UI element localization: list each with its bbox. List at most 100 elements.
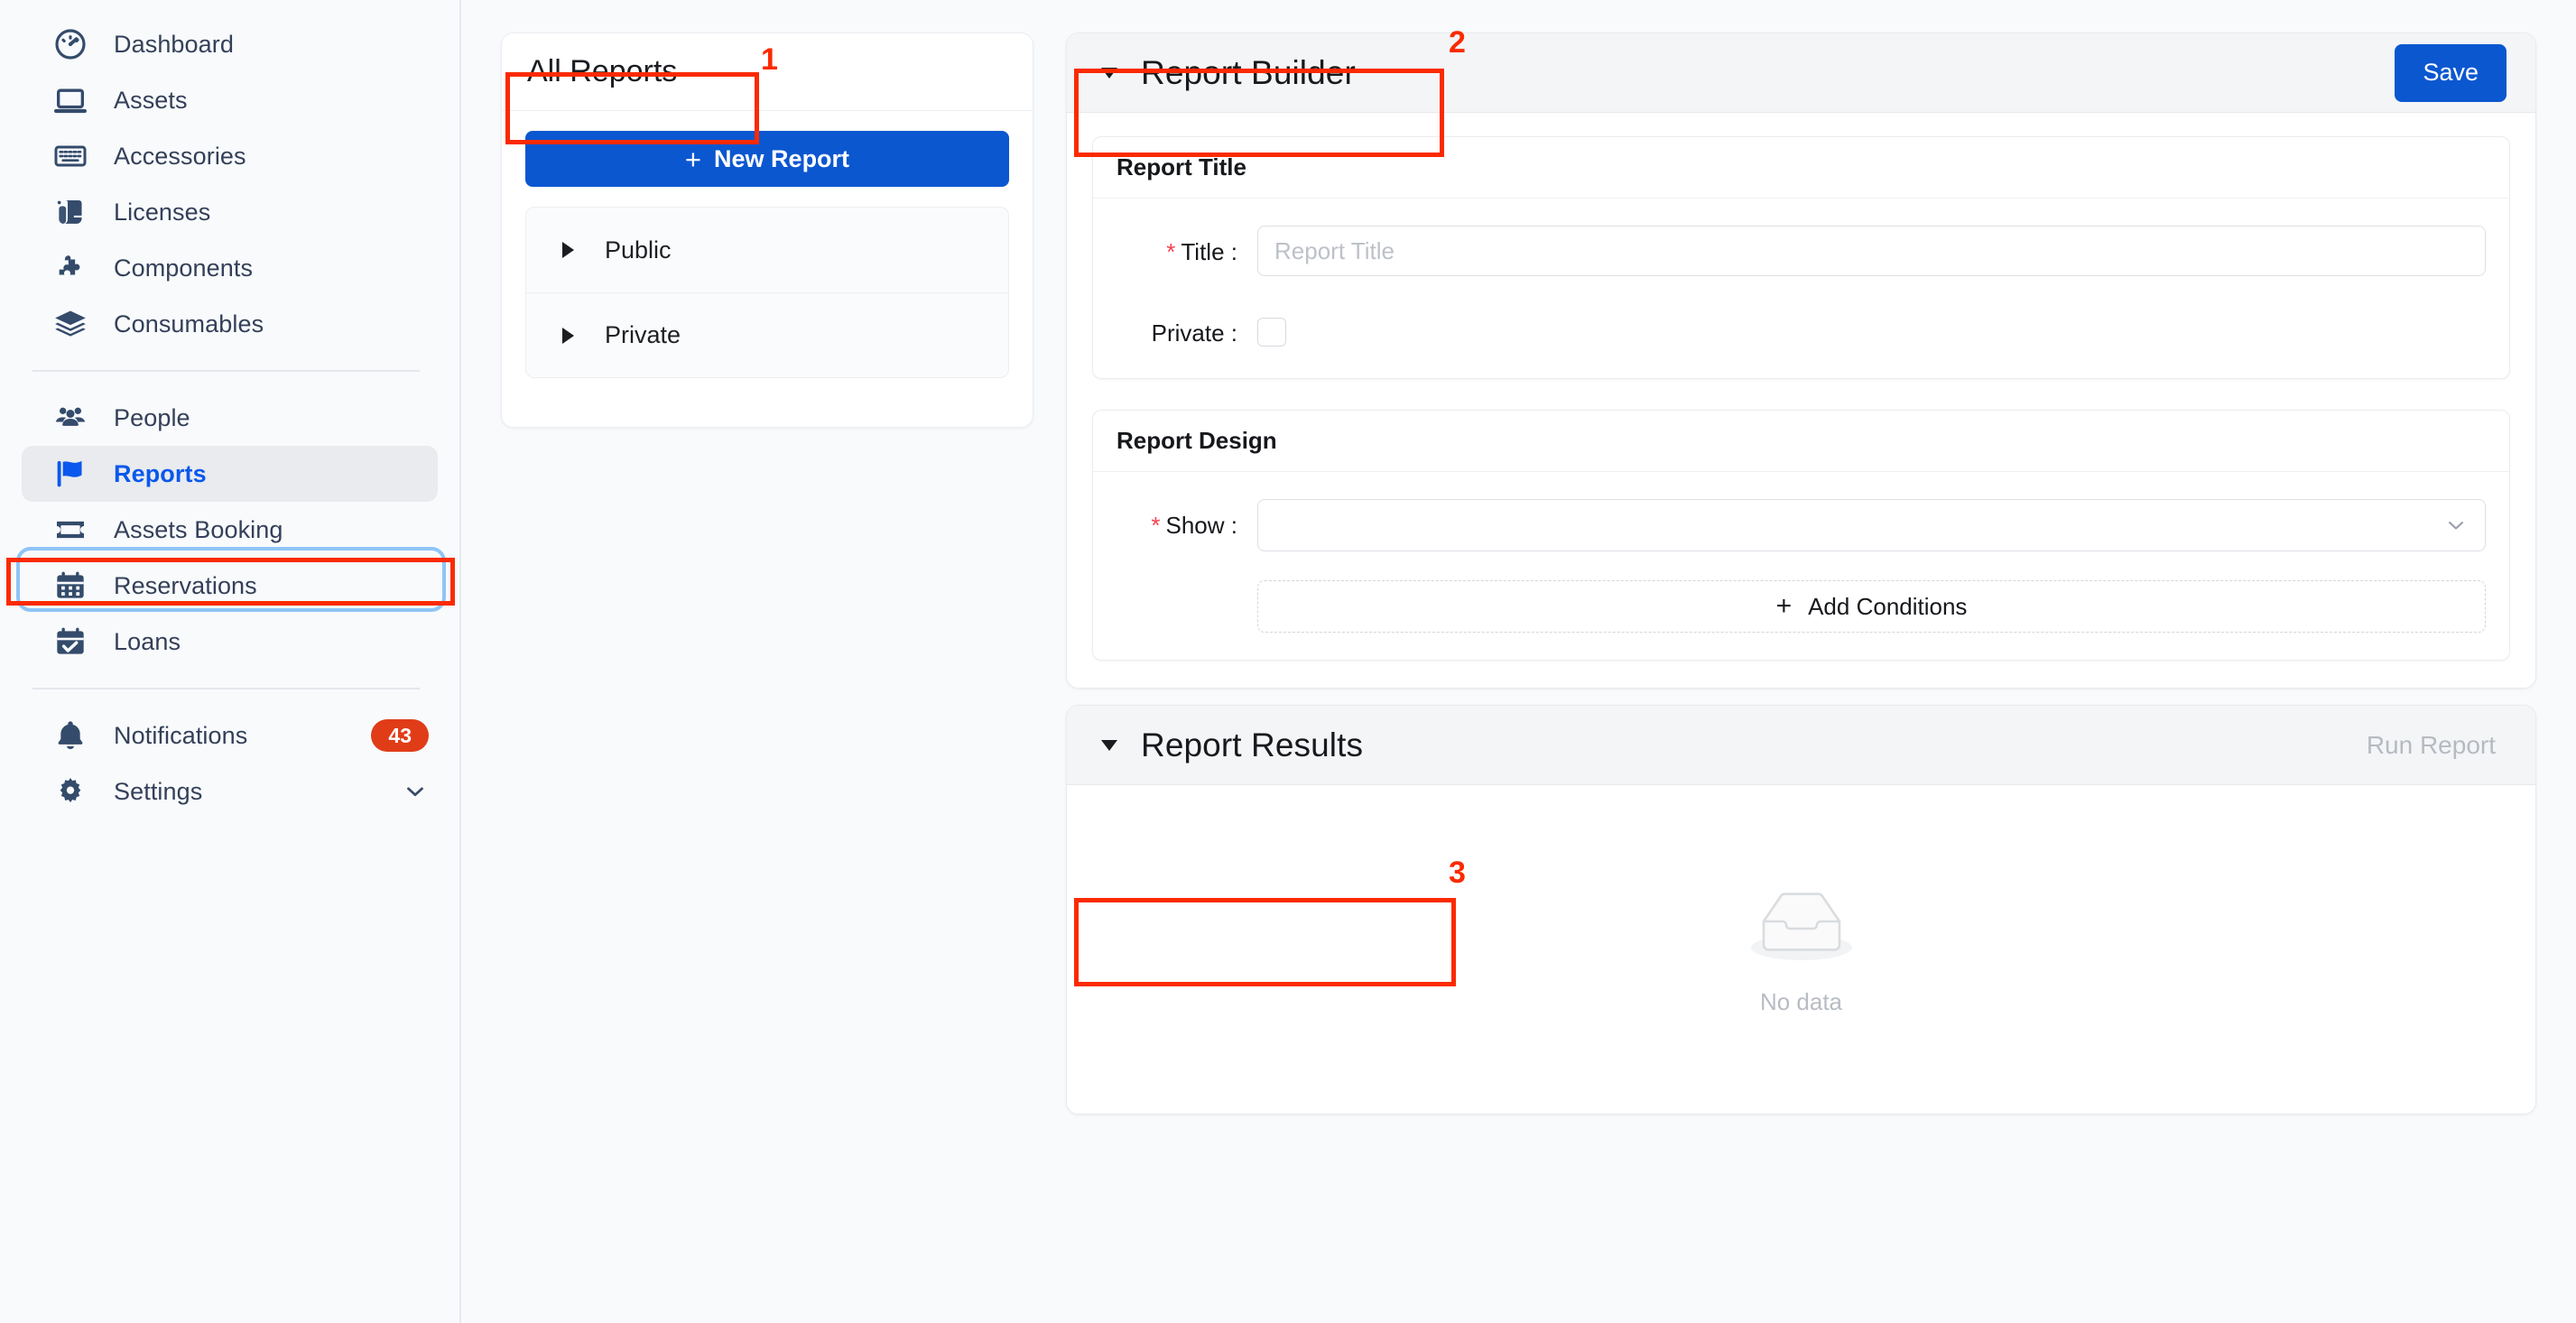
report-title-card-heading: Report Title — [1093, 137, 2509, 199]
sidebar-item-components[interactable]: Components — [22, 240, 438, 296]
sidebar-item-consumables[interactable]: Consumables — [22, 296, 438, 352]
chevron-right-icon — [562, 242, 574, 258]
notifications-badge: 43 — [371, 718, 429, 753]
title-field-wrap — [1237, 226, 2486, 276]
tree-item-public[interactable]: Public — [526, 208, 1008, 292]
run-report-button[interactable]: Run Report — [2356, 731, 2507, 760]
sidebar-item-label: Reports — [114, 459, 207, 487]
show-label: * Show : — [1093, 499, 1237, 540]
gear-icon — [51, 772, 90, 811]
sidebar-divider-bottom — [32, 688, 420, 689]
calendar-icon — [51, 566, 90, 606]
tree-item-label: Public — [605, 236, 672, 264]
report-title-card: Report Title * Title : Report Title Priv… — [1092, 136, 2510, 379]
new-report-label: New Report — [714, 144, 850, 172]
tree-item-label: Private — [605, 321, 681, 348]
report-results-header[interactable]: Report Results Run Report — [1067, 706, 2535, 785]
report-title-card-body: *Title : Private : — [1093, 199, 2509, 378]
chevron-down-icon — [2443, 513, 2469, 538]
all-reports-panel: All Reports + New Report Public Private — [501, 32, 1033, 428]
report-builder-header[interactable]: Report Builder Save — [1067, 33, 2535, 113]
private-checkbox[interactable] — [1257, 318, 1286, 347]
app-root: Dashboard Assets Accessories Licenses Co… — [0, 0, 2576, 1323]
people-icon — [51, 398, 90, 438]
report-builder-actions: Save — [2395, 43, 2507, 102]
add-conditions-label: Add Conditions — [1808, 592, 1968, 620]
report-results-actions: Run Report — [2356, 731, 2507, 760]
chevron-down-icon[interactable] — [402, 778, 429, 805]
sidebar-item-label: Notifications — [114, 721, 248, 749]
scroll-icon — [51, 192, 90, 232]
new-report-button[interactable]: + New Report — [525, 131, 1009, 187]
report-results-title: Report Results — [1141, 726, 1364, 763]
chevron-down-icon[interactable] — [1101, 67, 1117, 79]
sidebar-item-label: Settings — [114, 777, 203, 805]
sidebar-item-dashboard[interactable]: Dashboard — [22, 16, 438, 72]
sidebar-item-label: Licenses — [114, 198, 211, 226]
layers-icon — [51, 304, 90, 344]
sidebar-item-reports[interactable]: Reports — [22, 446, 438, 502]
sidebar: Dashboard Assets Accessories Licenses Co… — [0, 0, 461, 1323]
sidebar-divider-top — [32, 370, 420, 372]
report-builder-panel: Report Builder Save Report Title * Title … — [1066, 32, 2536, 689]
show-select[interactable] — [1257, 499, 2486, 551]
sidebar-item-label: Assets Booking — [114, 515, 283, 543]
add-conditions-button[interactable]: + Add Conditions — [1257, 580, 2486, 633]
sidebar-item-licenses[interactable]: Licenses — [22, 184, 438, 240]
show-label-text: Show : — [1165, 512, 1238, 539]
sidebar-item-loans[interactable]: Loans — [22, 614, 438, 670]
title-label-text: Title : — [1181, 238, 1237, 265]
sidebar-item-reservations[interactable]: Reservations — [22, 558, 438, 614]
sidebar-item-label: Loans — [114, 627, 181, 655]
show-field-row: * Show : + Add Conditions — [1093, 499, 2486, 633]
all-reports-body: + New Report Public Private — [502, 111, 1033, 402]
report-design-card-heading: Report Design — [1093, 411, 2509, 472]
all-reports-title: All Reports — [527, 54, 678, 88]
sidebar-item-assets[interactable]: Assets — [22, 72, 438, 128]
title-field-row: * Title : — [1093, 226, 2486, 276]
plus-icon: + — [1775, 591, 1793, 621]
annotation-number-2: 2 — [1449, 25, 1466, 60]
sidebar-item-label: Accessories — [114, 142, 246, 170]
sidebar-item-label: People — [114, 403, 190, 431]
flag-icon — [51, 454, 90, 494]
sidebar-item-notifications[interactable]: Notifications 43 — [22, 708, 438, 763]
chevron-down-icon[interactable] — [1101, 739, 1117, 751]
report-builder-body: Report Title * Title : Report Title Priv… — [1067, 113, 2535, 688]
no-data-label: No data — [1759, 988, 1843, 1015]
private-label: Private : — [1093, 316, 1237, 347]
sidebar-item-people[interactable]: People — [22, 390, 438, 446]
annotation-number-1: 1 — [761, 42, 778, 77]
tree-item-private[interactable]: Private — [526, 292, 1008, 377]
gauge-icon — [51, 24, 90, 64]
title-label: * Title : — [1093, 226, 1237, 266]
bell-icon — [51, 716, 90, 755]
report-results-panel: Report Results Run Report No data — [1066, 705, 2536, 1115]
private-field-wrap — [1237, 316, 2486, 351]
private-label-text: Private : — [1151, 319, 1237, 347]
builder-column: Report Builder Save Report Title * Title … — [1066, 32, 2536, 1323]
laptop-icon — [51, 80, 90, 120]
keyboard-icon — [51, 136, 90, 176]
ticket-icon — [51, 510, 90, 550]
report-results-body: No data — [1067, 785, 2535, 1114]
report-builder-title: Report Builder — [1141, 53, 1356, 91]
private-field-row: Private : — [1093, 316, 2486, 351]
plus-icon: + — [684, 143, 702, 175]
annotation-number-3: 3 — [1449, 856, 1466, 890]
chevron-right-icon — [562, 327, 574, 344]
calendar-check-icon — [51, 622, 90, 662]
report-design-card-body: * Show : + Add Conditions — [1093, 472, 2509, 660]
sidebar-item-label: Consumables — [114, 310, 264, 338]
sidebar-item-accessories[interactable]: Accessories — [22, 128, 438, 184]
sidebar-item-label: Components — [114, 254, 254, 282]
sidebar-item-settings[interactable]: Settings — [22, 763, 438, 819]
save-button[interactable]: Save — [2395, 43, 2507, 102]
show-field-wrap: + Add Conditions — [1237, 499, 2486, 633]
report-title-input[interactable] — [1257, 226, 2486, 276]
sidebar-item-label: Reservations — [114, 571, 257, 599]
reports-tree: Public Private — [525, 207, 1009, 378]
puzzle-icon — [51, 248, 90, 288]
sidebar-item-assets-booking[interactable]: Assets Booking — [22, 502, 438, 558]
report-design-card: Report Design * Show : + Add Conditions — [1092, 410, 2510, 661]
